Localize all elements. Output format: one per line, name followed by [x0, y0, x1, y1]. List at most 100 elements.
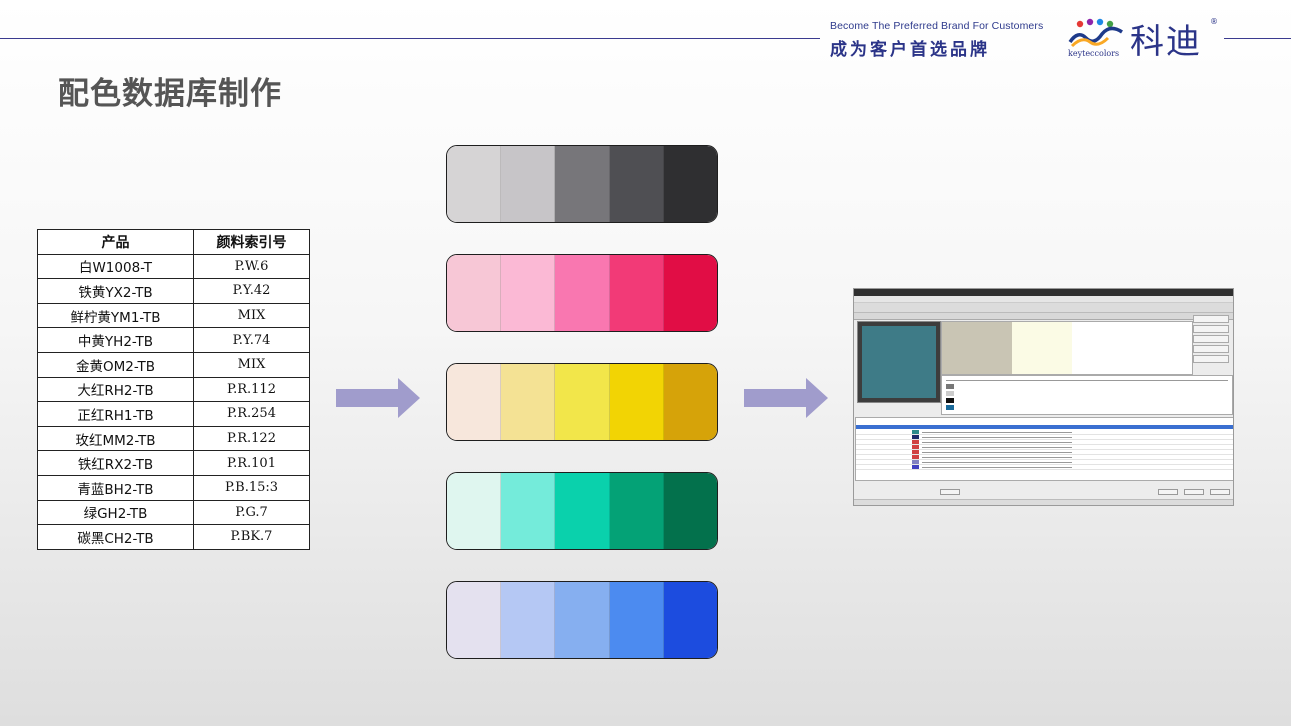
color-swatch — [609, 582, 664, 658]
pigment-table: 产品 颜料索引号 白W1008-T P.W.6 铁黄YX2-TB P.Y.42 鲜柠黄Y… — [37, 229, 310, 550]
software-statusbar — [854, 499, 1233, 505]
table-header-row: 产品 颜料索引号 — [37, 229, 310, 255]
software-toolbar — [854, 303, 1233, 313]
software-color-chip — [912, 455, 919, 459]
pigment-index-cell: P.W.6 — [193, 253, 310, 280]
software-color-chip — [912, 465, 919, 469]
product-cell: 玫红MM2-TB — [37, 425, 194, 452]
right-arrow-icon — [744, 378, 828, 418]
color-swatch — [447, 582, 502, 658]
color-swatch — [663, 473, 717, 549]
software-row-text — [922, 447, 1072, 448]
arrow-shape-1 — [336, 378, 420, 418]
software-color-chip — [912, 460, 919, 464]
software-chip — [946, 398, 954, 403]
color-swatch — [609, 255, 664, 331]
pigment-index-cell: P.BK.7 — [193, 524, 310, 550]
software-row-text — [922, 467, 1072, 468]
software-button[interactable] — [1184, 489, 1204, 495]
color-swatch — [663, 255, 717, 331]
header-product: 产品 — [37, 229, 194, 255]
arrow-shape-2 — [744, 378, 828, 418]
product-cell: 碳黑CH2-TB — [37, 524, 194, 550]
color-swatch — [555, 364, 610, 440]
pigment-index-cell: MIX — [193, 351, 310, 378]
color-swatch — [555, 582, 610, 658]
color-swatch — [663, 146, 717, 222]
product-cell: 铁黄YX2-TB — [37, 278, 194, 304]
product-cell: 中黄YH2-TB — [37, 327, 194, 353]
software-row-text — [922, 457, 1072, 458]
color-swatch — [447, 473, 502, 549]
table-body: 白W1008-T P.W.6 铁黄YX2-TB P.Y.42 鲜柠黄YM1-TB MIX 中… — [37, 253, 310, 550]
table-row: 玫红MM2-TB P.R.122 — [37, 425, 310, 452]
product-cell: 绿GH2-TB — [37, 499, 194, 526]
swatch-bar-blue — [446, 581, 718, 659]
software-color-chip — [912, 445, 919, 449]
pigment-index-cell: P.B.15:3 — [193, 474, 310, 501]
software-side-button[interactable] — [1193, 315, 1229, 323]
software-row-text — [922, 432, 1072, 433]
color-swatch — [663, 364, 717, 440]
swatch-bar-yellow — [446, 363, 718, 441]
swatch-bar-gray — [446, 145, 718, 223]
slogan-chinese: 成为客户首选品牌 — [830, 40, 990, 60]
right-arrow-icon — [336, 378, 420, 418]
color-swatch — [447, 146, 502, 222]
color-swatch — [501, 364, 556, 440]
pigment-index-cell: P.Y.42 — [193, 278, 310, 304]
table-row: 金黄OM2-TB MIX — [37, 351, 310, 378]
software-results-grid — [941, 321, 1193, 375]
color-swatch — [501, 146, 556, 222]
software-chip — [946, 391, 954, 396]
header-line-left — [0, 38, 820, 39]
software-row-text — [922, 442, 1072, 443]
product-cell: 大红RH2-TB — [37, 376, 194, 403]
product-cell: 铁红RX2-TB — [37, 450, 194, 476]
software-side-button[interactable] — [1193, 335, 1229, 343]
product-cell: 鲜柠黄YM1-TB — [37, 302, 194, 329]
table-row: 中黄YH2-TB P.Y.74 — [37, 327, 310, 353]
registered-mark: ® — [1210, 17, 1218, 26]
table-row: 青蓝BH2-TB P.B.15:3 — [37, 474, 310, 501]
software-button[interactable] — [1158, 489, 1178, 495]
pigment-index-cell: P.R.122 — [193, 425, 310, 452]
color-matching-software-screenshot — [853, 288, 1234, 506]
pigment-index-cell: P.Y.74 — [193, 327, 310, 353]
software-row-text — [922, 437, 1072, 438]
software-color-chip — [912, 435, 919, 439]
table-row: 正红RH1-TB P.R.254 — [37, 401, 310, 427]
software-side-button[interactable] — [1193, 325, 1229, 333]
software-row-text — [922, 462, 1072, 463]
software-formula-list — [855, 417, 1233, 481]
software-row-line — [946, 380, 1228, 381]
software-side-button[interactable] — [1193, 355, 1229, 363]
software-chip — [946, 405, 954, 410]
software-selected-row[interactable] — [856, 425, 1233, 429]
software-color-chip — [912, 440, 919, 444]
product-cell: 青蓝BH2-TB — [37, 474, 194, 501]
color-swatch — [501, 582, 556, 658]
page-title: 配色数据库制作 — [58, 76, 282, 112]
software-side-buttons — [1193, 315, 1231, 373]
software-side-button[interactable] — [1193, 345, 1229, 353]
color-swatch — [663, 582, 717, 658]
color-swatch — [447, 255, 502, 331]
software-color-chip — [912, 430, 919, 434]
software-recipe-grid — [941, 375, 1233, 415]
software-color-preview — [862, 326, 936, 398]
software-color-chip — [912, 450, 919, 454]
pigment-index-cell: P.R.101 — [193, 450, 310, 476]
color-swatch — [609, 473, 664, 549]
product-cell: 金黄OM2-TB — [37, 351, 194, 378]
color-swatch — [609, 146, 664, 222]
header-line-right — [1224, 38, 1291, 39]
pigment-index-cell: MIX — [193, 302, 310, 329]
product-cell: 正红RH1-TB — [37, 401, 194, 427]
software-button[interactable] — [1210, 489, 1230, 495]
slogan-english: Become The Preferred Brand For Customers — [830, 20, 1044, 32]
software-button[interactable] — [940, 489, 960, 495]
brand-name-chinese: 科迪 — [1130, 22, 1202, 62]
software-tabs — [854, 313, 1233, 320]
color-swatch — [501, 473, 556, 549]
